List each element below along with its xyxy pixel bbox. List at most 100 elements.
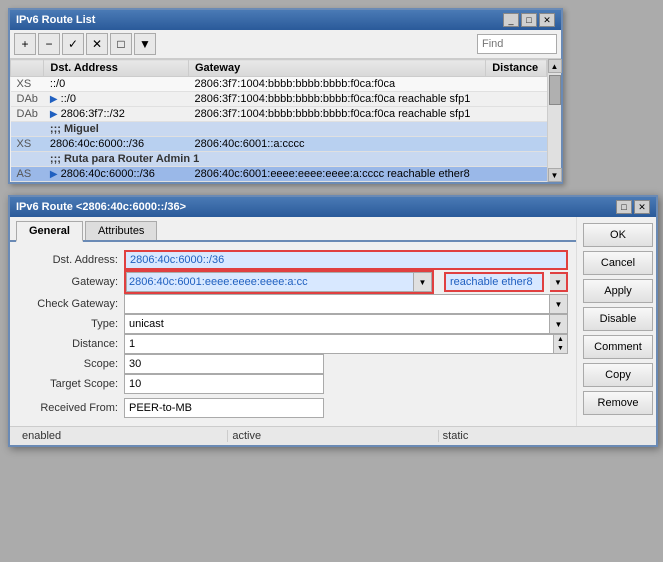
table-row[interactable]: DAb ▶ ::/0 2806:3f7:1004:bbbb:bbbb:bbbb:… — [11, 92, 547, 107]
detail-title-bar: IPv6 Route <2806:40c:6000::/36> □ ✕ — [10, 197, 656, 217]
status-enabled: enabled — [18, 430, 227, 442]
route-table: Dst. Address Gateway Distance XS ::/0 28… — [10, 59, 547, 182]
toolbar: + − ✓ ✕ □ ▼ — [10, 30, 561, 59]
comment-button[interactable]: Comment — [583, 335, 653, 359]
row-type: DAb — [11, 92, 44, 107]
dst-header[interactable]: Dst. Address — [44, 60, 189, 77]
scroll-thumb[interactable] — [549, 75, 561, 105]
type-label: Type: — [18, 318, 118, 330]
check-button[interactable]: ✓ — [62, 33, 84, 55]
minimize-button[interactable]: _ — [503, 13, 519, 27]
duplicate-button[interactable]: □ — [110, 33, 132, 55]
status-static: static — [438, 430, 648, 442]
filter-button[interactable]: ▼ — [134, 33, 156, 55]
remove-button[interactable]: Remove — [583, 391, 653, 415]
table-row[interactable]: XS ::/0 2806:3f7:1004:bbbb:bbbb:bbbb:f0c… — [11, 77, 547, 92]
type-wrap: ▼ — [124, 314, 568, 334]
received-from-row: Received From: — [18, 398, 568, 418]
row-gateway: 2806:40c:6001:eeee:eeee:eeee:a:cccc reac… — [188, 167, 485, 182]
type-input[interactable] — [124, 314, 550, 334]
find-input[interactable] — [477, 34, 557, 54]
close-button[interactable]: ✕ — [539, 13, 555, 27]
distance-label: Distance: — [18, 338, 118, 350]
scope-label: Scope: — [18, 358, 118, 370]
gateway-row: Gateway: ▼ reachable ether8 ▼ — [18, 270, 568, 294]
table-row[interactable]: AS ▶ 2806:40c:6000::/36 2806:40c:6001:ee… — [11, 167, 547, 182]
row-distance — [486, 77, 547, 92]
row-distance — [486, 167, 547, 182]
dst-address-input[interactable] — [124, 250, 568, 270]
table-wrapper: Dst. Address Gateway Distance XS ::/0 28… — [10, 59, 547, 182]
table-header-row: Dst. Address Gateway Distance — [11, 60, 547, 77]
section-label: ;;; Miguel — [44, 122, 547, 137]
window-controls: _ □ ✕ — [503, 13, 555, 27]
row-type: DAb — [11, 107, 44, 122]
gateway-header[interactable]: Gateway — [188, 60, 485, 77]
route-detail-window: IPv6 Route <2806:40c:6000::/36> □ ✕ Gene… — [8, 195, 658, 447]
tab-attributes[interactable]: Attributes — [85, 221, 157, 240]
gateway-dropdown-button[interactable]: ▼ — [414, 272, 432, 292]
dst-address-label: Dst. Address: — [18, 254, 118, 266]
row-dst: ▶ 2806:40c:6000::/36 — [44, 167, 189, 182]
detail-layout: General Attributes Dst. Address: Gateway… — [10, 217, 656, 426]
target-scope-label: Target Scope: — [18, 378, 118, 390]
table-row[interactable]: XS 2806:40c:6000::/36 2806:40c:6001::a:c… — [11, 137, 547, 152]
detail-minimize-button[interactable]: □ — [616, 200, 632, 214]
ok-button[interactable]: OK — [583, 223, 653, 247]
cancel-button[interactable]: Cancel — [583, 251, 653, 275]
tabs-bar: General Attributes — [10, 217, 576, 242]
apply-button[interactable]: Apply — [583, 279, 653, 303]
table-section-header: ;;; Ruta para Router Admin 1 — [11, 152, 547, 167]
action-buttons-panel: OK Cancel Apply Disable Comment Copy Rem… — [576, 217, 656, 426]
check-gateway-row: Check Gateway: ▼ — [18, 294, 568, 314]
row-dst: 2806:40c:6000::/36 — [44, 137, 189, 152]
add-button[interactable]: + — [14, 33, 36, 55]
cancel-toolbar-button[interactable]: ✕ — [86, 33, 108, 55]
maximize-button[interactable]: □ — [521, 13, 537, 27]
distance-spinner[interactable]: ▲ ▼ — [554, 334, 568, 354]
received-from-label: Received From: — [18, 402, 118, 414]
scope-input[interactable] — [124, 354, 324, 374]
type-row: Type: ▼ — [18, 314, 568, 334]
route-list-title: IPv6 Route List — [16, 14, 95, 26]
row-gateway: 2806:40c:6001::a:cccc — [188, 137, 485, 152]
spin-down-button[interactable]: ▼ — [554, 344, 567, 353]
row-dst: ▶ ::/0 — [44, 92, 189, 107]
type-dropdown[interactable]: ▼ — [550, 314, 568, 334]
scope-row: Scope: — [18, 354, 568, 374]
form-section: Dst. Address: Gateway: ▼ reachable ether… — [10, 242, 576, 426]
detail-left: General Attributes Dst. Address: Gateway… — [10, 217, 576, 426]
detail-close-button[interactable]: ✕ — [634, 200, 650, 214]
scroll-up-button[interactable]: ▲ — [548, 59, 562, 73]
row-type: XS — [11, 77, 44, 92]
check-gateway-input[interactable] — [124, 294, 550, 314]
distance-row: Distance: ▲ ▼ — [18, 334, 568, 354]
status-bar: enabled active static — [10, 426, 656, 445]
distance-input-wrap: ▲ ▼ — [124, 334, 568, 354]
gateway-suffix-dropdown[interactable]: ▼ — [550, 272, 568, 292]
delete-button[interactable]: − — [38, 33, 60, 55]
gateway-input[interactable] — [126, 272, 414, 292]
section-type — [11, 152, 44, 167]
scroll-down-button[interactable]: ▼ — [548, 168, 562, 182]
check-gateway-dropdown[interactable]: ▼ — [550, 294, 568, 314]
vertical-scrollbar[interactable]: ▲ ▼ — [547, 59, 561, 182]
received-from-input[interactable] — [124, 398, 324, 418]
row-dst: ::/0 — [44, 77, 189, 92]
row-type: AS — [11, 167, 44, 182]
distance-input[interactable] — [124, 334, 554, 354]
gateway-suffix: reachable ether8 — [444, 272, 544, 292]
gateway-label: Gateway: — [18, 276, 118, 288]
row-dst: ▶ 2806:3f7::/32 — [44, 107, 189, 122]
target-scope-input[interactable] — [124, 374, 324, 394]
distance-header[interactable]: Distance — [486, 60, 547, 77]
check-gateway-label: Check Gateway: — [18, 298, 118, 310]
tab-general[interactable]: General — [16, 221, 83, 242]
detail-window-controls: □ ✕ — [616, 200, 650, 214]
copy-button[interactable]: Copy — [583, 363, 653, 387]
spin-up-button[interactable]: ▲ — [554, 335, 567, 344]
type-header[interactable] — [11, 60, 44, 77]
table-row[interactable]: DAb ▶ 2806:3f7::/32 2806:3f7:1004:bbbb:b… — [11, 107, 547, 122]
disable-button[interactable]: Disable — [583, 307, 653, 331]
row-type: XS — [11, 137, 44, 152]
